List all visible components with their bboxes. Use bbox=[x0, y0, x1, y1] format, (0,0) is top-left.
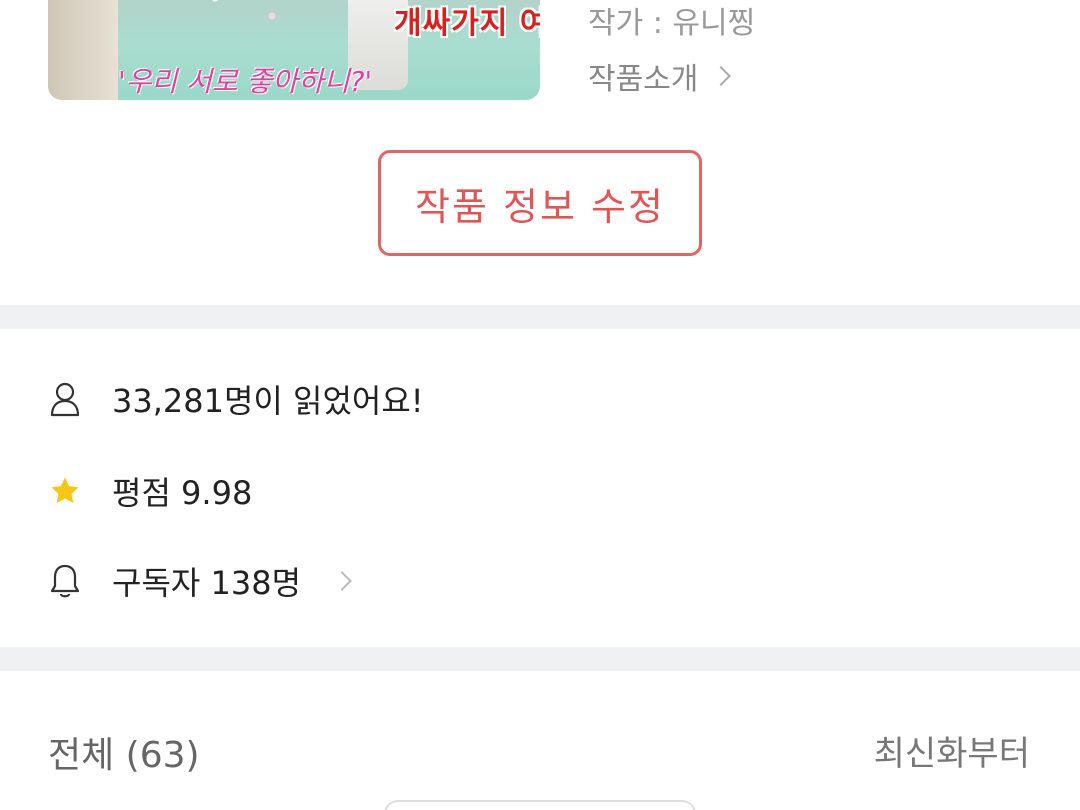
rating-text: 평점 9.98 bbox=[112, 474, 253, 512]
sort-newest-button[interactable]: 최신화부터 bbox=[874, 726, 1030, 775]
edit-work-info-button[interactable]: 작품 정보 수정 bbox=[378, 150, 702, 256]
readers-count-text: 33,281명이 읽었어요! bbox=[112, 382, 424, 420]
rating-stat: 평점 9.98 bbox=[48, 468, 252, 514]
star-icon bbox=[48, 471, 82, 511]
work-intro-label: 작품소개 bbox=[588, 62, 699, 97]
cover-banner-text: 개싸가지 여주 bbox=[394, 6, 540, 41]
episode-list-button[interactable] bbox=[384, 800, 696, 810]
section-divider bbox=[0, 647, 1080, 671]
episodes-total-label: 전체 (63) bbox=[48, 735, 200, 776]
person-icon bbox=[48, 379, 82, 419]
cover-sparkles bbox=[158, 0, 348, 40]
chevron-right-icon bbox=[332, 571, 352, 591]
readers-stat: 33,281명이 읽었어요! bbox=[48, 376, 424, 422]
chevron-right-icon bbox=[711, 66, 732, 86]
subscribers-stat[interactable]: 구독자 138명 bbox=[48, 558, 352, 604]
subscribers-count-text: 구독자 138명 bbox=[112, 564, 302, 602]
cover-image[interactable]: 개싸가지 여주 '우리 서로 좋아하니?' bbox=[48, 0, 540, 100]
bell-icon bbox=[48, 561, 82, 601]
cover-figure-left bbox=[48, 0, 118, 100]
work-intro-link[interactable]: 작품소개 bbox=[588, 54, 732, 98]
cover-tagline-text: '우리 서로 좋아하니?' bbox=[118, 65, 373, 98]
author-label: 작가 : 유니찡 bbox=[588, 6, 756, 41]
section-divider bbox=[0, 305, 1080, 329]
